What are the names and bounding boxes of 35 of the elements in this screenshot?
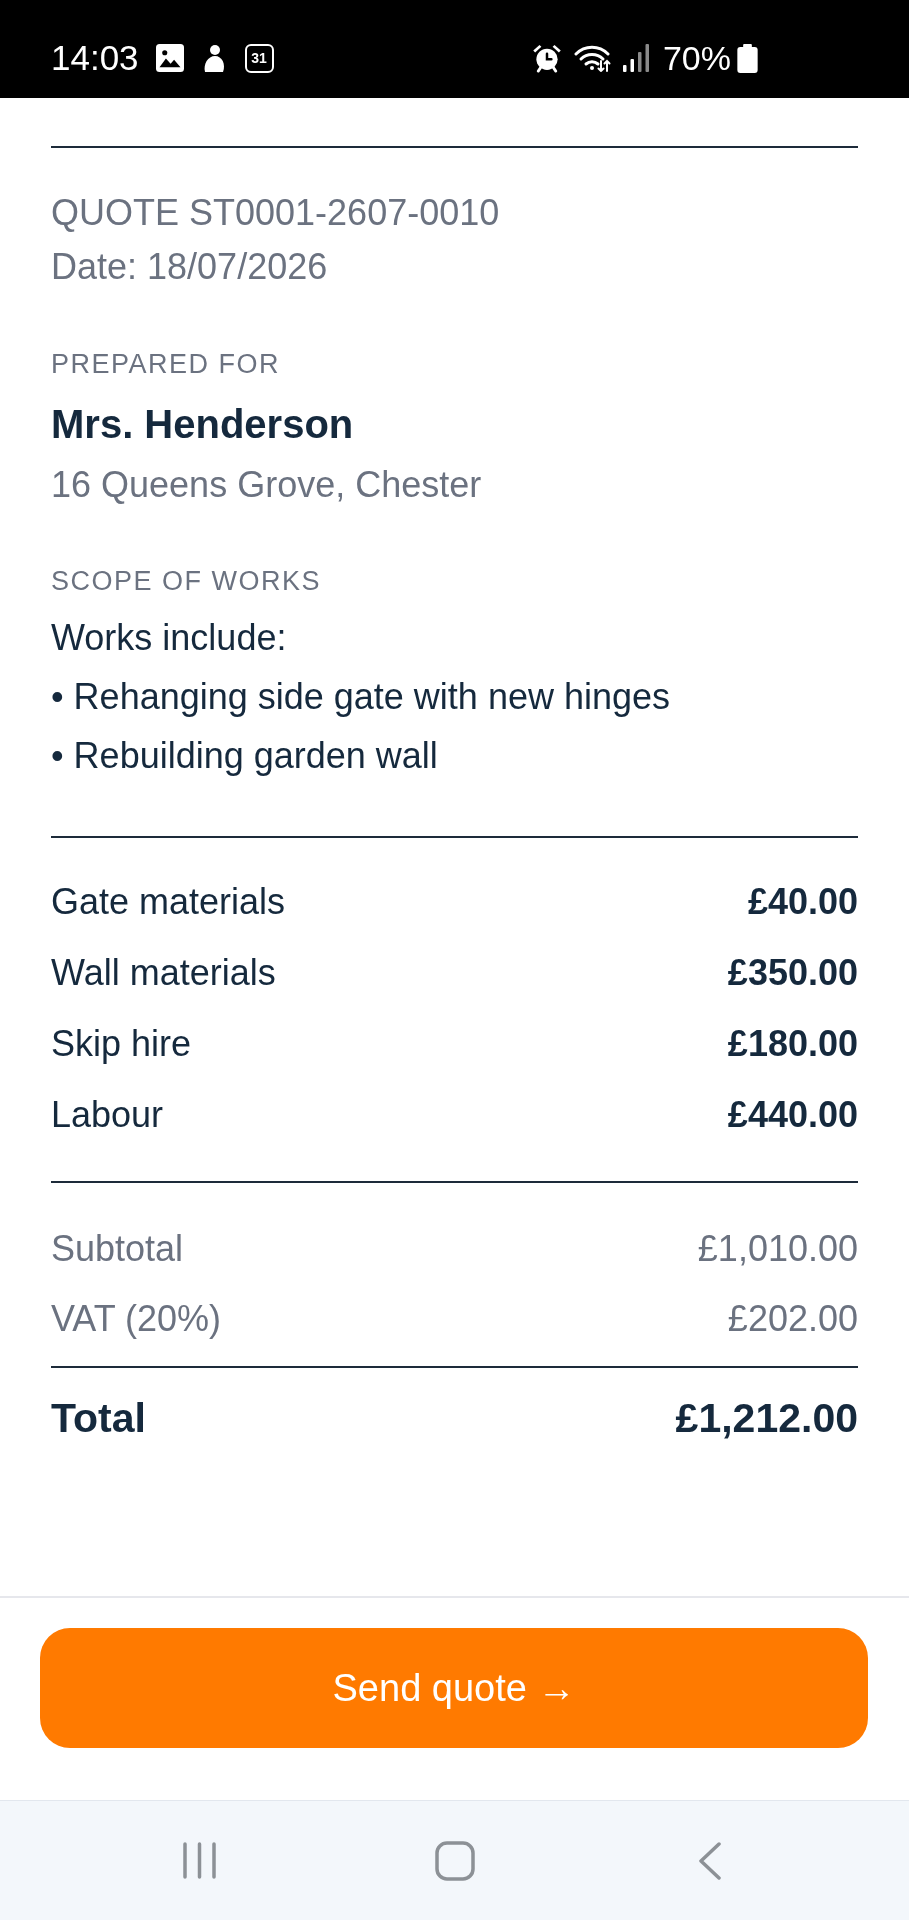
- summary-label: Subtotal: [51, 1228, 184, 1270]
- total-label: Total: [51, 1394, 146, 1442]
- client-address: 16 Queens Grove, Chester: [51, 463, 483, 507]
- battery-icon: [737, 43, 758, 73]
- recent-apps-icon[interactable]: [183, 1842, 216, 1879]
- item-label: Skip hire: [51, 1022, 192, 1065]
- item-amount: £350.00: [727, 951, 858, 994]
- scope-item: • Rebuilding garden wall: [51, 734, 439, 778]
- summary-label: VAT (20%): [51, 1298, 222, 1340]
- back-icon[interactable]: [697, 1841, 722, 1880]
- calendar-icon: 31: [244, 43, 274, 73]
- quote-date: Date: 18/07/2026: [51, 245, 329, 289]
- alarm-clock-icon: [531, 43, 562, 73]
- summary-amount: £202.00: [727, 1298, 858, 1340]
- total-amount: £1,212.00: [675, 1394, 858, 1442]
- section-heading: PREPARED FOR: [51, 348, 282, 381]
- quote-number: QUOTE ST0001-2607-0010: [51, 191, 501, 235]
- home-icon[interactable]: [434, 1840, 475, 1881]
- client-name: Mrs. Henderson: [51, 401, 355, 448]
- section-heading: SCOPE OF WORKS: [51, 565, 323, 598]
- scope-intro: Works include:: [51, 616, 288, 660]
- battery-percent: 70%: [662, 38, 731, 78]
- item-label: Wall materials: [51, 951, 276, 994]
- gallery-icon: [155, 44, 184, 72]
- scope-item: • Rehanging side gate with new hinges: [51, 675, 671, 719]
- send-quote-button[interactable]: Send quote →: [40, 1628, 868, 1748]
- item-amount: £40.00: [747, 880, 858, 923]
- signal-icon: [622, 44, 649, 72]
- wifi-icon: [573, 44, 612, 72]
- item-label: Labour: [51, 1093, 164, 1136]
- item-label: Gate materials: [51, 880, 286, 923]
- item-amount: £440.00: [727, 1093, 858, 1136]
- status-time: 14:03: [51, 38, 139, 78]
- item-amount: £180.00: [727, 1022, 858, 1065]
- summary-amount: £1,010.00: [697, 1228, 858, 1270]
